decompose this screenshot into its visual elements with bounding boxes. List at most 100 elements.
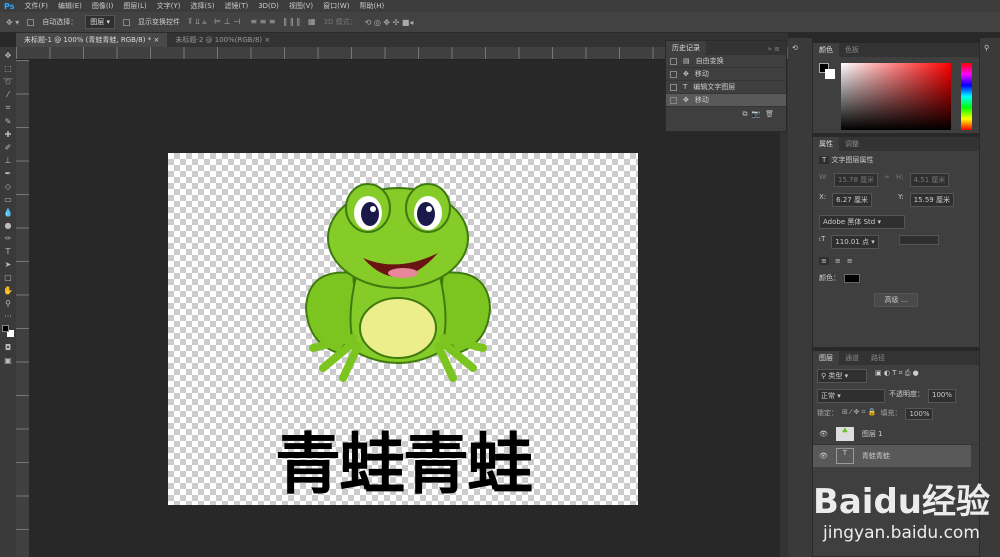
menu-type[interactable]: 文字(Y) <box>157 1 181 11</box>
menu-help[interactable]: 帮助(H) <box>360 1 385 11</box>
auto-select-label: 自动选择： <box>42 18 78 26</box>
layer-select[interactable]: 图层 ▾ <box>85 15 116 29</box>
pen-tool-icon[interactable]: ✑ <box>5 234 12 243</box>
auto-select-checkbox[interactable] <box>27 18 35 26</box>
leading-select[interactable] <box>898 235 939 245</box>
color-field[interactable] <box>841 63 951 130</box>
history-item[interactable]: T 编辑文字图层 <box>666 81 786 94</box>
layer-row-selected[interactable]: 👁 T 青蛙青蛙 <box>813 445 971 467</box>
eyedropper-tool-icon[interactable]: ✎ <box>5 117 12 126</box>
menu-edit[interactable]: 编辑(E) <box>58 1 82 11</box>
font-family-select[interactable]: Adobe 黑体 Std ▾ <box>819 215 905 229</box>
show-transform-label: 显示变换控件 <box>138 18 181 26</box>
brush-tool-icon[interactable]: ✐ <box>5 143 12 152</box>
align-icons[interactable]: ⫪ ⫫ ⫨ ⊨ ⊥ ⊣ ≡ ≡ ≡ ‖ ‖ ‖ ▦ <box>188 17 316 27</box>
vertical-scrollbar[interactable] <box>780 60 788 557</box>
panel-menu-icon[interactable]: » ≡ <box>762 43 786 55</box>
marquee-tool-icon[interactable]: ⬚ <box>4 64 12 73</box>
menu-window[interactable]: 窗口(W) <box>323 1 349 11</box>
menu-filter[interactable]: 滤镜(T) <box>224 1 248 11</box>
move-tool-icon[interactable]: ✥ <box>5 51 12 60</box>
tab-layers[interactable]: 图层 <box>813 351 839 365</box>
lock-icons[interactable]: ⊞ ⁄ ✥ ⌗ 🔒 <box>842 408 876 420</box>
fill-field[interactable]: 100% <box>905 408 934 420</box>
tab-properties[interactable]: 属性 <box>813 137 839 151</box>
tab-document-1[interactable]: 未标题-1 @ 100% (青蛙青蛙, RGB/8) * × <box>16 33 168 47</box>
lock-label: 锁定： <box>817 409 838 417</box>
quick-mask-icon[interactable]: ◘ <box>5 343 11 352</box>
show-transform-checkbox[interactable] <box>123 18 131 26</box>
type-icon: T <box>683 83 688 91</box>
path-select-icon[interactable]: ➤ <box>5 260 12 269</box>
history-brush-icon[interactable]: ✒ <box>5 169 12 178</box>
menu-image[interactable]: 图像(I) <box>92 1 114 11</box>
history-panel-icon[interactable]: ⟲ <box>792 44 808 52</box>
history-footer-icons[interactable]: ⧉ 📷 🗑 <box>666 107 786 122</box>
background-color[interactable] <box>825 69 835 79</box>
text-color-swatch[interactable] <box>844 273 860 283</box>
tab-paths[interactable]: 路径 <box>865 351 891 365</box>
blend-mode-select[interactable]: 正常 ▾ <box>817 389 885 403</box>
screen-mode-icon[interactable]: ▣ <box>4 356 12 365</box>
eye-icon[interactable]: 👁 <box>819 452 828 460</box>
3d-icons[interactable]: ⟲ ◎ ✥ ✣ ■◂ <box>365 18 414 27</box>
dodge-tool-icon[interactable]: ● <box>5 221 12 230</box>
layer-row[interactable]: 👁 ♣ 图层 1 <box>813 423 979 445</box>
eraser-tool-icon[interactable]: ◇ <box>5 182 11 191</box>
link-icon[interactable]: ∞ <box>884 173 890 187</box>
tab-document-2[interactable]: 未标题-2 @ 100%(RGB/8) × <box>167 33 278 47</box>
type-tool-icon[interactable]: T <box>6 247 11 256</box>
document-canvas[interactable]: 青蛙青蛙 <box>168 153 638 505</box>
hue-slider[interactable] <box>961 63 972 130</box>
history-panel: 历史记录 » ≡ ▤ 自由变换 ✥ 移动 T 编辑文字图层 ✥ 移动 ⧉ 📷 🗑 <box>665 40 787 132</box>
history-item[interactable]: ✥ 移动 <box>666 68 786 81</box>
3d-mode-label: 3D 模式： <box>323 18 357 26</box>
font-size-select[interactable]: 110.01 点 ▾ <box>831 235 879 249</box>
menu-3d[interactable]: 3D(D) <box>258 2 279 10</box>
hand-tool-icon[interactable]: ✋ <box>3 286 13 295</box>
move-tool-icon[interactable]: ✥ ▾ <box>6 18 19 27</box>
blend-row: 正常 ▾ 不透明度： 100% <box>813 387 979 405</box>
y-field[interactable]: 15.59 厘米 <box>909 193 954 207</box>
blur-tool-icon[interactable]: 💧 <box>3 208 13 217</box>
align-center-icon[interactable]: ≡ <box>835 257 841 265</box>
filter-icons[interactable]: ▣ ◐ T ⌗ ⎙ ● <box>875 369 919 383</box>
close-icon[interactable]: × <box>153 36 159 44</box>
layer-filter-select[interactable]: ⚲ 类型 ▾ <box>817 369 867 383</box>
stamp-tool-icon[interactable]: ⊥ <box>5 156 12 165</box>
height-field[interactable]: 4.51 厘米 <box>909 173 950 187</box>
menu-layer[interactable]: 图层(L) <box>123 1 146 11</box>
crop-tool-icon[interactable]: ⌗ <box>6 103 11 113</box>
canvas-text-layer[interactable]: 青蛙青蛙 <box>168 411 638 507</box>
more-tools-icon[interactable]: ··· <box>4 312 12 321</box>
align-right-icon[interactable]: ≡ <box>847 257 853 265</box>
history-item-label: 编辑文字图层 <box>693 83 736 91</box>
tab-adjustments[interactable]: 调整 <box>839 137 865 151</box>
search-icon[interactable]: ⚲ <box>984 44 996 52</box>
gradient-tool-icon[interactable]: ▭ <box>4 195 12 204</box>
tab-channels[interactable]: 通道 <box>839 351 865 365</box>
font-size-icon: ₜT <box>819 235 826 243</box>
close-icon[interactable]: × <box>264 36 270 44</box>
menu-select[interactable]: 选择(S) <box>191 1 215 11</box>
align-left-icon[interactable]: ≡ <box>819 257 829 265</box>
tab-swatches[interactable]: 色板 <box>839 43 865 57</box>
color-swatch-icon[interactable] <box>2 325 14 339</box>
options-bar: ✥ ▾ 自动选择： 图层 ▾ 显示变换控件 ⫪ ⫫ ⫨ ⊨ ⊥ ⊣ ≡ ≡ ≡ … <box>0 12 1000 33</box>
eye-icon[interactable]: 👁 <box>819 430 828 438</box>
advanced-button[interactable]: 高级 ... <box>873 293 919 307</box>
history-panel-title[interactable]: 历史记录 <box>666 41 706 55</box>
wand-tool-icon[interactable]: ⁄ <box>7 90 8 99</box>
menu-file[interactable]: 文件(F) <box>24 1 48 11</box>
opacity-field[interactable]: 100% <box>928 389 957 403</box>
lasso-tool-icon[interactable]: ➰ <box>3 77 13 86</box>
zoom-tool-icon[interactable]: ⚲ <box>5 299 11 308</box>
history-item[interactable]: ▤ 自由变换 <box>666 55 786 68</box>
history-item-selected[interactable]: ✥ 移动 <box>666 94 786 107</box>
width-field[interactable]: 15.78 厘米 <box>833 173 879 187</box>
tab-color[interactable]: 颜色 <box>813 43 839 57</box>
shape-tool-icon[interactable]: ▢ <box>4 273 12 282</box>
menu-view[interactable]: 视图(V) <box>289 1 313 11</box>
x-field[interactable]: 6.27 厘米 <box>832 193 872 207</box>
healing-tool-icon[interactable]: ✚ <box>5 130 12 139</box>
